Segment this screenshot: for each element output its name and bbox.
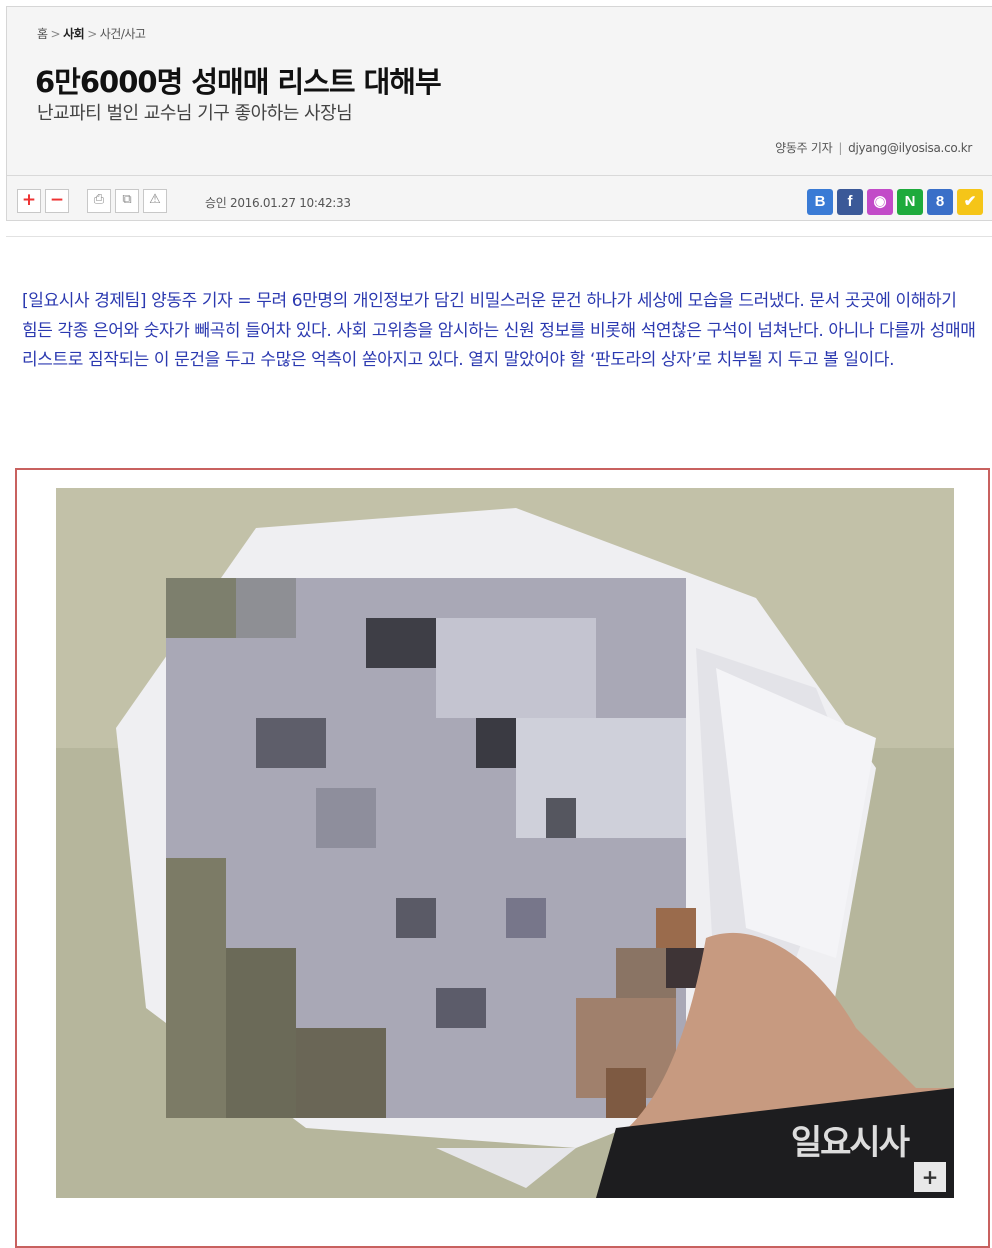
twitter-share-icon[interactable]: ✔ — [957, 189, 983, 215]
band-share-icon[interactable]: ◉ — [867, 189, 893, 215]
facebook-share-icon[interactable]: f — [837, 189, 863, 215]
breadcrumb-home[interactable]: 홈 — [37, 27, 48, 41]
reporter-name: 양동주 기자 — [775, 141, 833, 155]
blog-share-icon[interactable]: B — [807, 189, 833, 215]
article-subtitle: 난교파티 벌인 교수님 기구 좋아하는 사장님 — [37, 103, 353, 124]
reporter-email[interactable]: djyang@ilyosisa.co.kr — [848, 141, 972, 155]
breadcrumb: 홈 > 사회 > 사건/사고 — [37, 27, 146, 41]
font-zoom-out-button[interactable]: − — [45, 189, 69, 213]
article-header: 홈 > 사회 > 사건/사고 6만6000명 성매매 리스트 대해부 난교파티 벌인 교… — [6, 6, 992, 221]
header-divider — [7, 175, 992, 176]
copy-icon[interactable]: ⧉ — [115, 189, 139, 213]
article-lead: [일요시사 경제팀] 양동주 기자 = 무려 6만명의 개인정보가 담긴 비밀스… — [22, 291, 976, 370]
article-title: 6만6000명 성매매 리스트 대해부 — [35, 65, 442, 99]
font-zoom-in-button[interactable]: + — [17, 189, 41, 213]
print-icon[interactable]: ⎙ — [87, 189, 111, 213]
photo-watermark: 일요시사 — [790, 1123, 910, 1163]
article-photo[interactable]: 일요시사 + — [56, 488, 954, 1198]
google-share-icon[interactable]: 8 — [927, 189, 953, 215]
approved-datetime: 승인 2016.01.27 10:42:33 — [205, 196, 351, 210]
breadcrumb-subsection[interactable]: 사건/사고 — [100, 27, 146, 41]
report-icon[interactable]: ⚠ — [143, 189, 167, 213]
photo-enlarge-button[interactable]: + — [914, 1162, 946, 1192]
byline: 양동주 기자 | djyang@ilyosisa.co.kr — [775, 141, 972, 155]
mosaic-blur — [166, 578, 706, 1118]
naver-share-icon[interactable]: N — [897, 189, 923, 215]
article-toolbar: + − ⎙ ⧉ ⚠ 승인 2016.01.27 10:42:33 B f ◉ N… — [7, 179, 992, 219]
photo-image — [56, 488, 954, 1198]
breadcrumb-section[interactable]: 사회 — [63, 27, 85, 41]
